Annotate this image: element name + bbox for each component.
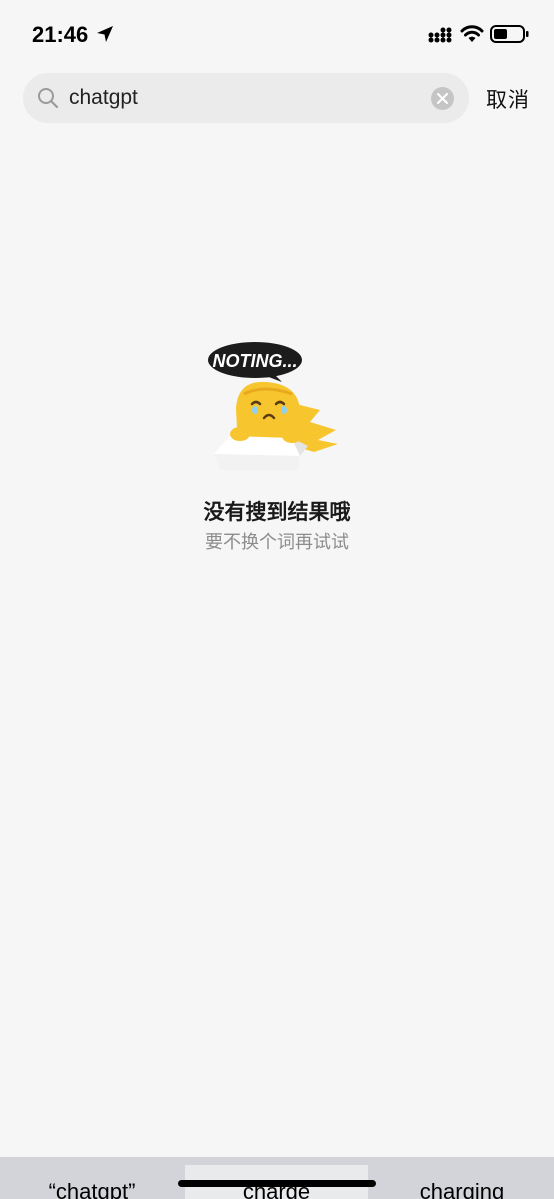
keyboard-suggestion[interactable]: charging <box>370 1179 554 1199</box>
keyboard-suggestion[interactable]: “chatgpt” <box>0 1179 184 1199</box>
search-results-screen: 21:46 chatgpt 取消 NOTING... 没有搜到结果哦 要不换个词… <box>0 0 554 1199</box>
home-indicator <box>178 1180 376 1187</box>
search-icon <box>38 88 59 109</box>
noting-badge-text: NOTING... <box>213 351 298 371</box>
cellular-signal-icon <box>428 27 452 43</box>
battery-icon <box>490 25 529 43</box>
location-arrow-icon <box>97 26 113 42</box>
clear-search-button[interactable] <box>431 87 454 110</box>
keyboard-suggestion-bar: “chatgpt” charge charging <box>0 1157 554 1199</box>
search-bar <box>23 73 469 123</box>
search-input[interactable] <box>69 81 419 115</box>
cancel-button[interactable]: 取消 <box>486 84 530 114</box>
status-time: 21:46 <box>32 22 89 47</box>
empty-state-subtitle: 要不换个词再试试 <box>205 532 349 553</box>
status-bar: 21:46 <box>0 0 554 70</box>
close-icon <box>437 93 448 104</box>
no-results-mascot-illustration: NOTING... <box>208 342 338 470</box>
wifi-icon <box>460 25 484 42</box>
empty-state-title: 没有搜到结果哦 <box>203 500 351 524</box>
